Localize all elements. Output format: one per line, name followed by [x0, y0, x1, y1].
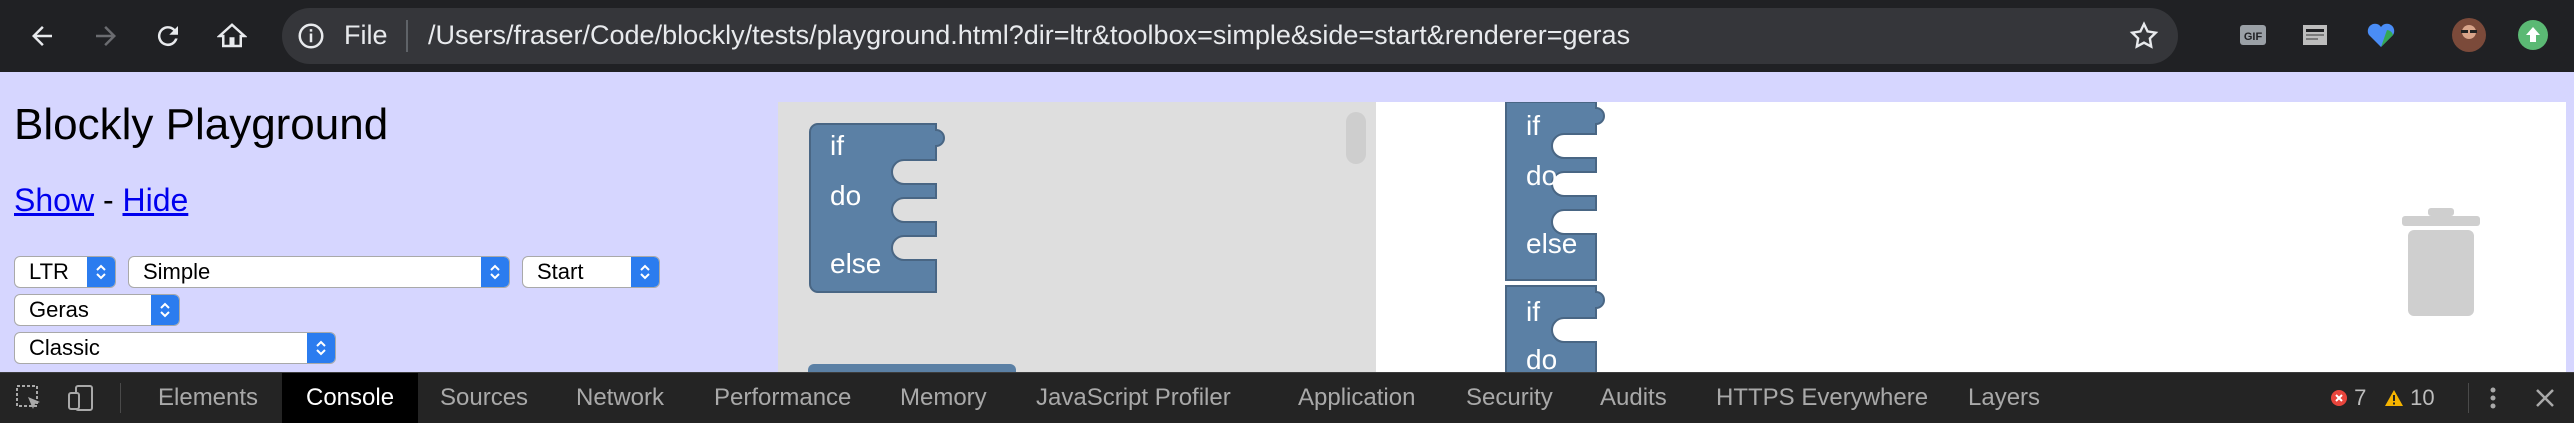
url-text[interactable]: /Users/fraser/Code/blockly/tests/playgro…	[428, 20, 1630, 51]
warning-count-value: 10	[2410, 385, 2435, 410]
tab-performance[interactable]: Performance	[714, 373, 851, 423]
direction-value: LTR	[29, 259, 69, 284]
back-button[interactable]	[20, 14, 64, 58]
error-icon	[2331, 390, 2347, 406]
tab-sources[interactable]: Sources	[440, 373, 528, 423]
chevron-updown-icon	[631, 257, 659, 287]
reload-icon	[157, 26, 178, 47]
show-hide-links: Show - Hide	[14, 182, 188, 219]
chevron-updown-icon	[307, 333, 335, 363]
star-icon[interactable]	[2128, 20, 2160, 52]
more-options-icon[interactable]	[2478, 383, 2508, 413]
block-do-label: do	[1526, 344, 1558, 372]
flyout-scrollbar[interactable]	[1346, 112, 1366, 164]
show-link[interactable]: Show	[14, 182, 94, 218]
block-if-label: if	[1526, 296, 1540, 327]
divider	[2468, 383, 2469, 413]
browser-toolbar: File /Users/fraser/Code/blockly/tests/pl…	[0, 0, 2574, 72]
block-if-label: if	[1526, 110, 1540, 141]
theme-value: Classic	[29, 335, 100, 360]
tab-memory[interactable]: Memory	[900, 373, 987, 423]
divider	[120, 383, 121, 413]
tab-layers[interactable]: Layers	[1968, 373, 2040, 423]
info-icon[interactable]	[296, 21, 326, 51]
arrow-left-icon	[32, 26, 52, 46]
address-bar[interactable]: File /Users/fraser/Code/blockly/tests/pl…	[282, 8, 2178, 64]
blockly-workspace[interactable]: if do else if do	[1376, 102, 2566, 372]
divider	[406, 20, 408, 52]
partial-block[interactable]	[808, 364, 1016, 372]
renderer-select[interactable]: Geras	[14, 294, 180, 326]
avatar[interactable]	[2452, 18, 2486, 52]
link-separator: -	[102, 182, 114, 218]
arrow-right-icon	[96, 26, 116, 46]
close-icon[interactable]	[2530, 383, 2560, 413]
trash-icon[interactable]	[2398, 208, 2484, 320]
tab-security[interactable]: Security	[1466, 373, 1553, 423]
forward-button[interactable]	[84, 14, 128, 58]
tab-elements[interactable]: Elements	[158, 373, 258, 423]
home-button[interactable]	[210, 14, 254, 58]
reload-button[interactable]	[146, 14, 190, 58]
gif-icon[interactable]: GIF	[2236, 18, 2270, 52]
renderer-value: Geras	[29, 297, 89, 322]
inspect-element-icon[interactable]	[14, 383, 44, 413]
direction-select[interactable]: LTR	[14, 256, 116, 288]
theme-select[interactable]: Classic	[14, 332, 336, 364]
tab-console[interactable]: Console	[282, 373, 419, 423]
warning-icon	[2385, 390, 2403, 406]
chevron-updown-icon	[151, 295, 179, 325]
url-scheme: File	[344, 20, 388, 50]
warning-count[interactable]: 10	[2384, 373, 2435, 423]
update-icon[interactable]	[2516, 18, 2550, 52]
block-if-label: if	[830, 130, 844, 161]
block-do-label: do	[1526, 160, 1558, 191]
toolbox-flyout[interactable]: if do else	[778, 102, 1376, 372]
home-icon	[217, 23, 247, 48]
toolbox-select[interactable]: Simple	[128, 256, 510, 288]
side-select[interactable]: Start	[522, 256, 660, 288]
error-count-value: 7	[2354, 385, 2367, 410]
block-else-label: else	[1526, 228, 1578, 259]
page-title: Blockly Playground	[14, 100, 389, 149]
block-else-label: else	[830, 248, 882, 279]
toolbox-value: Simple	[143, 259, 211, 284]
chevron-updown-icon	[481, 257, 509, 287]
tab-network[interactable]: Network	[576, 373, 664, 423]
chevron-updown-icon	[87, 257, 115, 287]
devtools-tabbar: Elements Console Sources Network Perform…	[0, 372, 2574, 423]
tab-audits[interactable]: Audits	[1600, 373, 1667, 423]
block-do-label: do	[830, 180, 862, 211]
svg-text:GIF: GIF	[2244, 31, 2263, 43]
hide-link[interactable]: Hide	[122, 182, 188, 218]
tab-https-everywhere[interactable]: HTTPS Everywhere	[1716, 373, 1928, 423]
tab-application[interactable]: Application	[1298, 373, 1415, 423]
side-value: Start	[537, 259, 584, 284]
error-count[interactable]: 7	[2330, 373, 2366, 423]
tab-javascript-profiler[interactable]: JavaScript Profiler	[1036, 373, 1231, 423]
heart-icon[interactable]	[2364, 18, 2398, 52]
device-toolbar-icon[interactable]	[66, 383, 96, 413]
reader-icon[interactable]	[2298, 18, 2332, 52]
